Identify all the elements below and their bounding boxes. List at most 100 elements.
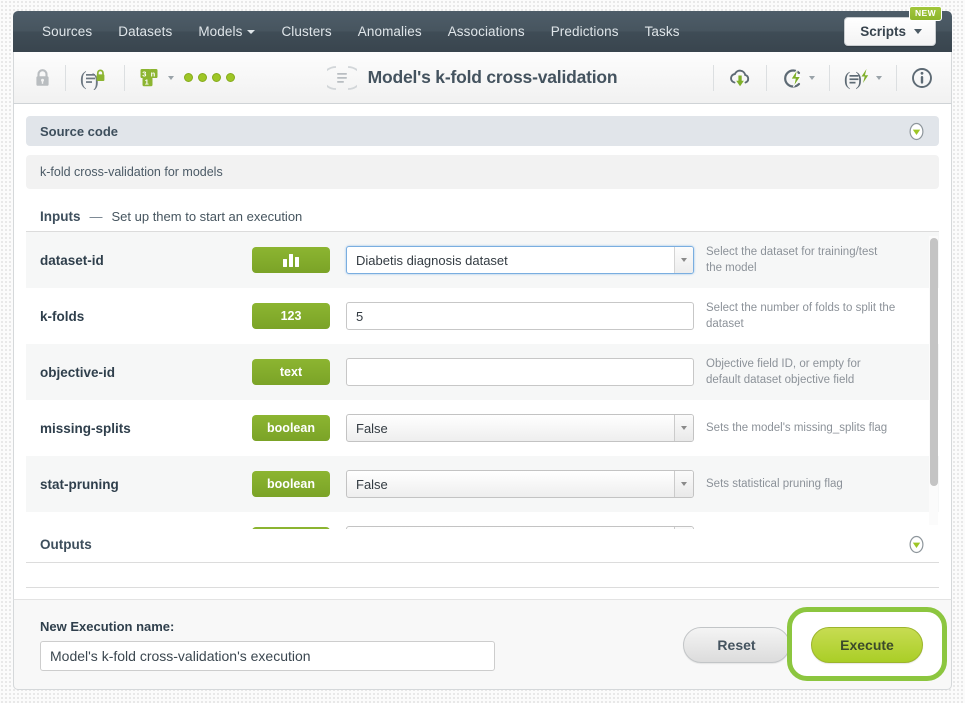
- input-field-wrapper: [346, 302, 694, 330]
- lightning-execute-icon: [784, 68, 802, 88]
- nav-item-models[interactable]: Models: [185, 18, 268, 45]
- scripts-button[interactable]: Scripts: [844, 17, 936, 46]
- script-status-dots: [178, 73, 241, 82]
- stat-pruning-select[interactable]: False: [346, 470, 694, 498]
- outputs-section-header[interactable]: Outputs: [26, 535, 939, 563]
- inputs-scrollbar-thumb[interactable]: [930, 238, 938, 486]
- nav-item-label: Datasets: [118, 24, 173, 39]
- nav-item-clusters[interactable]: Clusters: [268, 18, 344, 45]
- nav-item-sources[interactable]: Sources: [29, 18, 105, 45]
- source-code-section-header[interactable]: Source code: [26, 116, 939, 146]
- lock-button[interactable]: [30, 63, 55, 93]
- chevron-down-icon: [247, 30, 256, 35]
- inputs-rows-container: dataset-id Diabetis diagnosis dataset Se…: [26, 232, 939, 529]
- input-help-text: Sets the model's missing_splits flag: [706, 421, 888, 434]
- reset-button[interactable]: Reset: [683, 626, 790, 663]
- outputs-title: Outputs: [40, 537, 92, 552]
- info-icon: [912, 67, 932, 88]
- input-field-wrapper: False: [346, 414, 694, 442]
- chevron-down-icon: [168, 75, 174, 80]
- dataset-id-select[interactable]: Diabetis diagnosis dataset: [346, 246, 694, 274]
- select-arrow-icon: [674, 527, 693, 529]
- toolbar-separator: [896, 64, 897, 91]
- collapse-chevron-icon[interactable]: [907, 535, 926, 554]
- nav-item-label: Sources: [42, 24, 93, 39]
- input-label: objective-id: [40, 364, 116, 380]
- script-main-panel: Source code k-fold cross-validation for …: [13, 104, 952, 599]
- collapse-chevron-icon[interactable]: [907, 122, 926, 141]
- lock-icon: [36, 68, 49, 86]
- svg-text:n: n: [151, 69, 156, 78]
- new-execution-button[interactable]: ( ): [840, 63, 886, 93]
- k-folds-input[interactable]: [346, 302, 694, 330]
- input-row-stat-pruning: stat-pruning boolean False Sets statisti…: [26, 456, 939, 512]
- input-label: missing-splits: [40, 420, 131, 436]
- svg-text:1: 1: [145, 77, 149, 86]
- input-row-partially-visible: boolean: [26, 512, 939, 529]
- execute-button[interactable]: Execute: [811, 626, 923, 663]
- nav-item-anomalies[interactable]: Anomalies: [345, 18, 435, 45]
- status-dot: [184, 73, 193, 82]
- input-field-wrapper: False: [346, 470, 694, 498]
- chevron-down-icon: [876, 75, 882, 80]
- input-help-text: Select the number of folds to split the …: [706, 301, 896, 330]
- input-row-k-folds: k-folds 123 Select the number of folds t…: [26, 288, 939, 344]
- chevron-down-icon: [809, 75, 815, 80]
- nav-item-tasks[interactable]: Tasks: [632, 18, 693, 45]
- nav-item-predictions[interactable]: Predictions: [538, 18, 632, 45]
- toolbar-separator: [713, 64, 714, 91]
- input-help-text: Select the dataset for training/test the…: [706, 245, 878, 274]
- input-label: k-folds: [40, 308, 85, 324]
- toolbar-separator: [65, 64, 66, 91]
- toolbar-separator: [766, 64, 767, 91]
- script-toolbar: ( ) 3 n 1 Model's k-fold cross-validatio…: [13, 52, 952, 104]
- cloud-download-icon: [730, 69, 750, 86]
- source-code-description: k-fold cross-validation for models: [26, 155, 939, 189]
- new-execution-name-input[interactable]: [40, 640, 495, 671]
- source-code-description-text: k-fold cross-validation for models: [40, 165, 223, 179]
- nav-item-datasets[interactable]: Datasets: [105, 18, 185, 45]
- svg-text:): ): [856, 69, 862, 90]
- nav-item-label: Anomalies: [357, 24, 422, 39]
- download-button[interactable]: [724, 63, 756, 93]
- input-row-dataset-id: dataset-id Diabetis diagnosis dataset Se…: [26, 232, 939, 288]
- input-help-text: Sets statistical pruning flag: [706, 477, 843, 490]
- script-version-icon: 3 n 1: [140, 68, 158, 86]
- inputs-section-header: Inputs — Set up them to start an executi…: [26, 209, 939, 232]
- dataset-id-value: Diabetis diagnosis dataset: [356, 252, 508, 268]
- nav-item-label: Tasks: [644, 24, 680, 39]
- toolbar-separator: [124, 64, 125, 91]
- input-row-missing-splits: missing-splits boolean False Sets the mo…: [26, 400, 939, 456]
- input-field-wrapper: Diabetis diagnosis dataset: [346, 246, 694, 274]
- input-type-badge-boolean: boolean: [252, 471, 330, 497]
- nav-item-associations[interactable]: Associations: [435, 18, 538, 45]
- script-privacy-icon: ( ): [80, 68, 105, 90]
- new-execution-name-block: New Execution name:: [40, 619, 495, 671]
- bar-chart-icon: [283, 253, 299, 267]
- svg-text:(: (: [844, 69, 850, 90]
- partially-visible-select[interactable]: [346, 526, 694, 529]
- toolbar-separator: [829, 64, 830, 91]
- missing-splits-select[interactable]: False: [346, 414, 694, 442]
- svg-text:(: (: [80, 68, 87, 90]
- execute-script-button[interactable]: [777, 63, 819, 93]
- script-version-button[interactable]: 3 n 1: [135, 63, 178, 93]
- script-privacy-button[interactable]: ( ): [76, 63, 114, 93]
- objective-id-input[interactable]: [346, 358, 694, 386]
- stat-pruning-value: False: [356, 476, 388, 492]
- new-badge: NEW: [908, 6, 942, 21]
- input-label: dataset-id: [40, 252, 104, 268]
- select-arrow-icon: [674, 247, 693, 273]
- input-type-badge-boolean: boolean: [252, 415, 330, 441]
- execution-footer: New Execution name: Reset Execute: [13, 599, 952, 690]
- status-dot: [226, 73, 235, 82]
- input-field-wrapper: [346, 358, 694, 386]
- input-field-wrapper: [346, 526, 694, 529]
- script-execute-icon: ( ): [844, 68, 869, 90]
- info-button[interactable]: [907, 63, 937, 93]
- missing-splits-value: False: [356, 420, 388, 436]
- execute-button-wrapper: Execute: [787, 606, 947, 681]
- nav-item-label: Associations: [447, 24, 525, 39]
- input-type-badge-number: 123: [252, 303, 330, 329]
- inputs-dash: —: [89, 209, 103, 224]
